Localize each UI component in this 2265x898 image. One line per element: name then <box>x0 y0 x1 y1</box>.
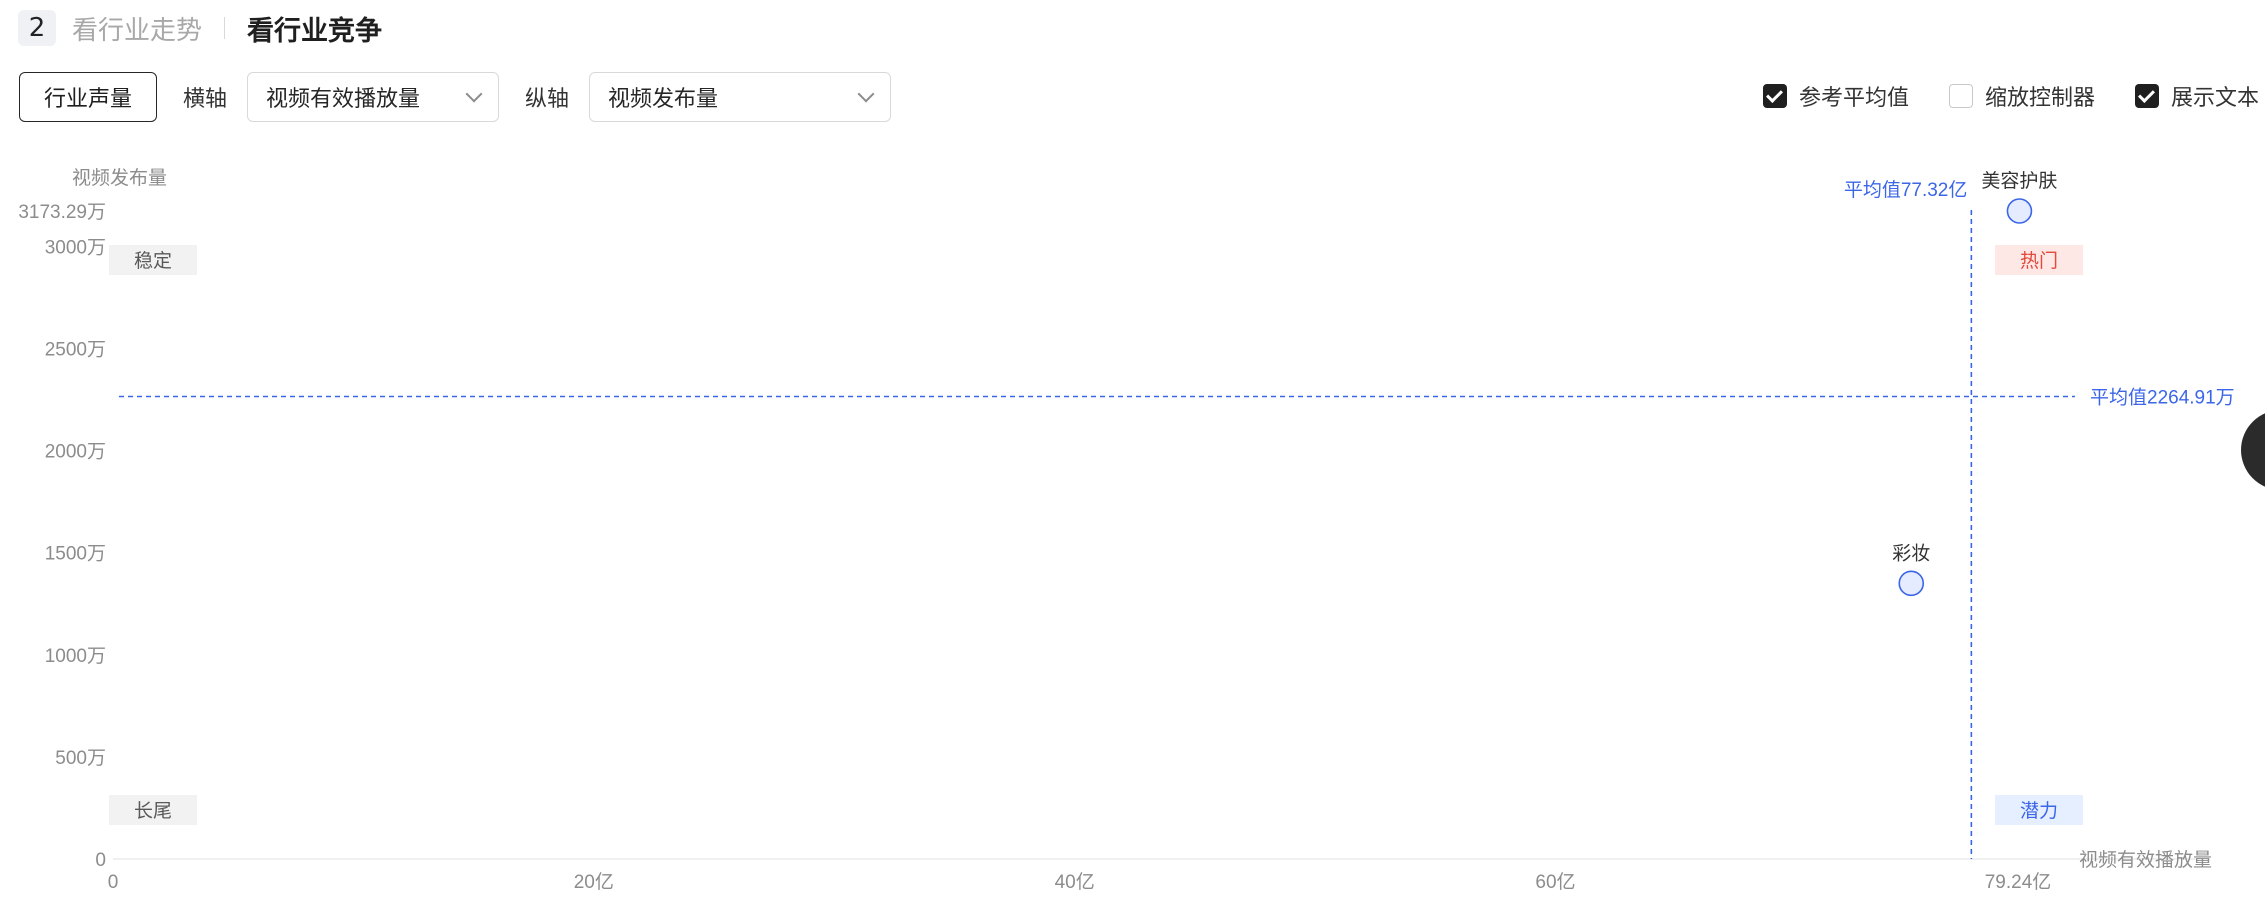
tab-industry-trend[interactable]: 看行业走势 <box>72 10 202 47</box>
y-tick-label: 1000万 <box>45 646 106 667</box>
y-tick-label: 500万 <box>55 748 106 769</box>
x-tick-label: 60亿 <box>1535 871 1575 893</box>
quadrant-label-potential: 潜力 <box>2020 800 2058 822</box>
chevron-down-icon <box>465 85 483 103</box>
option-label: 展示文本 <box>2170 86 2259 111</box>
y-axis-select-value: 视频发布量 <box>608 87 719 112</box>
section-header: 2 看行业走势 看行业竞争 <box>18 8 382 48</box>
x-axis-select-value: 视频有效播放量 <box>266 87 421 112</box>
chevron-down-icon <box>857 85 875 103</box>
option-show-text[interactable]: 展示文本 <box>2134 80 2259 112</box>
y-tick-label: 3173.29万 <box>18 202 106 223</box>
option-zoom-controller[interactable]: 缩放控制器 <box>1948 80 2095 112</box>
y-tick-label: 3000万 <box>45 237 106 258</box>
quadrant-label-stable: 稳定 <box>134 250 172 272</box>
x-tick-label: 0 <box>108 872 119 893</box>
avg-x-label: 平均值77.32亿 <box>1844 179 1968 201</box>
page: 2 看行业走势 看行业竞争 行业声量 横轴 视频有效播放量 纵轴 视频发布量 参… <box>0 0 2265 898</box>
y-tick-label: 2000万 <box>45 442 106 463</box>
tab-divider <box>224 17 226 39</box>
x-axis-select-label: 横轴 <box>183 87 228 112</box>
y-tick-label: 2500万 <box>45 339 106 360</box>
x-axis-select[interactable]: 视频有效播放量 <box>247 72 500 122</box>
checkbox-zoom-controller[interactable] <box>1948 84 1973 108</box>
checkbox-show-text[interactable] <box>2134 84 2159 108</box>
scatter-point <box>1898 570 1925 597</box>
quadrant-label-hot: 热门 <box>2020 250 2058 272</box>
point-label: 彩妆 <box>1892 542 1930 564</box>
step-number-badge: 2 <box>18 10 56 46</box>
quadrant-label-long-tail: 长尾 <box>134 800 172 822</box>
point-label: 美容护肤 <box>1981 170 2057 192</box>
x-tick-label: 20亿 <box>574 871 614 893</box>
option-label: 缩放控制器 <box>1984 86 2095 111</box>
chart-controls: 行业声量 横轴 视频有效播放量 纵轴 视频发布量 <box>19 72 892 122</box>
side-float-handle[interactable] <box>2241 410 2265 490</box>
scatter-point <box>2006 198 2033 224</box>
scatter-chart: 视频发布量视频有效播放量 0 500万 1000万 1500万 2000万 2500万 300… <box>18 167 2235 893</box>
y-axis-title: 视频发布量 <box>72 167 167 189</box>
option-reference-average[interactable]: 参考平均值 <box>1762 80 1909 112</box>
x-tick-label: 40亿 <box>1055 871 1095 893</box>
y-tick-label: 0 <box>95 850 106 871</box>
y-axis-select-label: 纵轴 <box>525 87 570 112</box>
industry-volume-button[interactable]: 行业声量 <box>19 72 158 122</box>
y-axis-select[interactable]: 视频发布量 <box>589 72 892 122</box>
tab-industry-competition[interactable]: 看行业竞争 <box>247 9 382 48</box>
avg-y-label: 平均值2264.91万 <box>2090 386 2235 408</box>
chart-options: 参考平均值 缩放控制器 展示文本 <box>1723 80 2259 112</box>
x-tick-label: 79.24亿 <box>1985 871 2052 893</box>
option-label: 参考平均值 <box>1798 86 1909 111</box>
checkbox-reference-average[interactable] <box>1762 84 1787 108</box>
x-axis-title: 视频有效播放量 <box>2079 849 2212 871</box>
y-tick-label: 1500万 <box>45 544 106 565</box>
